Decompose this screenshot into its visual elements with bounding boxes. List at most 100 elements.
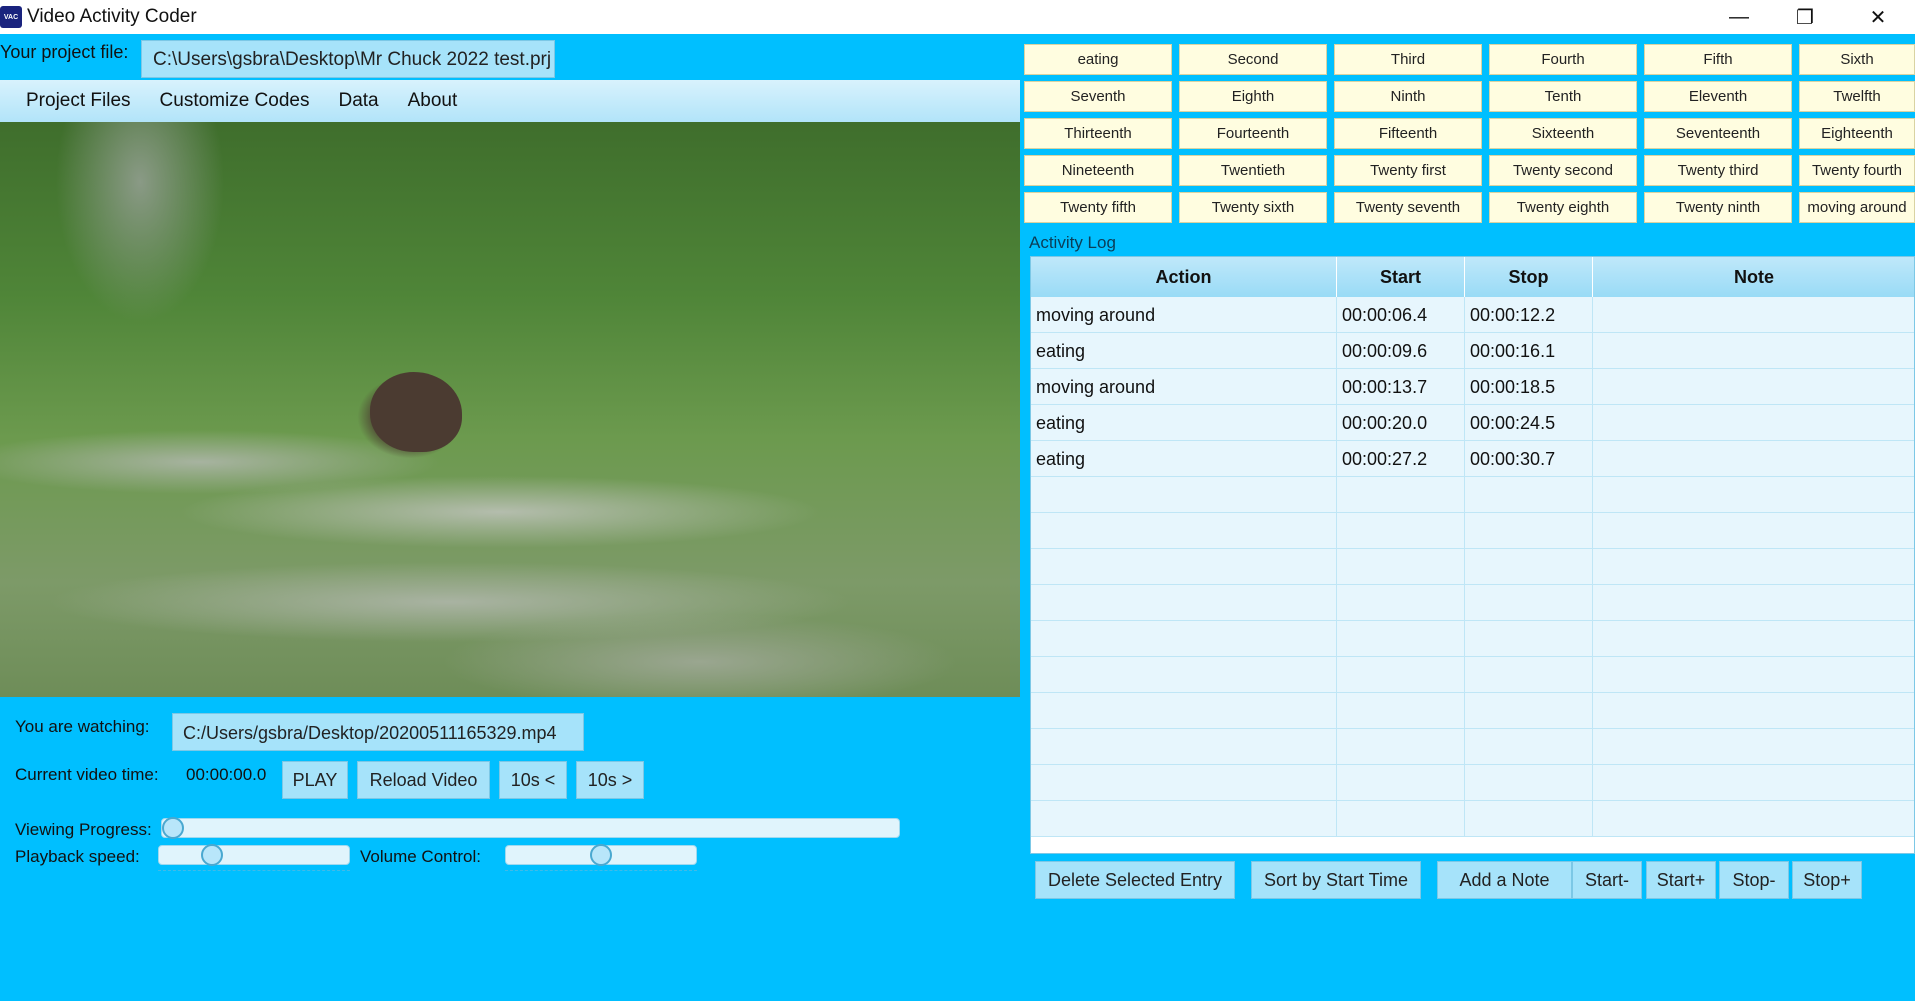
stop-plus-button[interactable]: Stop+ xyxy=(1792,861,1862,899)
table-row[interactable] xyxy=(1031,585,1914,621)
play-button[interactable]: PLAY xyxy=(282,761,348,799)
table-row[interactable] xyxy=(1031,765,1914,801)
code-button[interactable]: Thirteenth xyxy=(1024,118,1172,149)
action-cell xyxy=(1031,693,1337,729)
code-button[interactable]: Twenty ninth xyxy=(1644,192,1792,223)
note-cell xyxy=(1593,297,1914,333)
forward-10s-button[interactable]: 10s > xyxy=(576,761,644,799)
table-row[interactable] xyxy=(1031,549,1914,585)
menu-customize-codes[interactable]: Customize Codes xyxy=(160,90,310,112)
start-cell xyxy=(1337,621,1465,657)
start-plus-button[interactable]: Start+ xyxy=(1646,861,1716,899)
table-row[interactable]: moving around 00:00:13.7 00:00:18.5 xyxy=(1031,369,1914,405)
code-button[interactable]: Sixth xyxy=(1799,44,1915,75)
code-button[interactable]: eating xyxy=(1024,44,1172,75)
code-button[interactable]: Twelfth xyxy=(1799,81,1915,112)
project-file-button[interactable]: C:\Users\gsbra\Desktop\Mr Chuck 2022 tes… xyxy=(141,40,555,78)
table-row[interactable] xyxy=(1031,729,1914,765)
code-button[interactable]: Twentieth xyxy=(1179,155,1327,186)
column-header-note[interactable]: Note xyxy=(1593,257,1914,297)
start-cell xyxy=(1337,729,1465,765)
column-header-start[interactable]: Start xyxy=(1337,257,1465,297)
code-button[interactable]: Fourteenth xyxy=(1179,118,1327,149)
delete-selected-entry-button[interactable]: Delete Selected Entry xyxy=(1035,861,1235,899)
code-button[interactable]: Twenty first xyxy=(1334,155,1482,186)
minimize-icon[interactable]: — xyxy=(1706,0,1772,34)
code-button[interactable]: Tenth xyxy=(1489,81,1637,112)
table-row[interactable] xyxy=(1031,657,1914,693)
code-button[interactable]: Twenty eighth xyxy=(1489,192,1637,223)
close-icon[interactable]: ✕ xyxy=(1845,0,1911,34)
table-row[interactable] xyxy=(1031,801,1914,837)
table-row[interactable] xyxy=(1031,513,1914,549)
code-button[interactable]: Eighth xyxy=(1179,81,1327,112)
maximize-icon[interactable]: ❐ xyxy=(1772,0,1838,34)
table-row[interactable] xyxy=(1031,477,1914,513)
playback-speed-label: Playback speed: xyxy=(15,847,140,866)
code-button[interactable]: moving around xyxy=(1799,192,1915,223)
stop-minus-button[interactable]: Stop- xyxy=(1719,861,1789,899)
menu-about[interactable]: About xyxy=(408,90,458,112)
code-button[interactable]: Twenty fourth xyxy=(1799,155,1915,186)
code-button[interactable]: Nineteenth xyxy=(1024,155,1172,186)
action-cell: eating xyxy=(1031,405,1337,441)
code-button[interactable]: Twenty seventh xyxy=(1334,192,1482,223)
viewing-progress-thumb[interactable] xyxy=(162,817,184,839)
note-cell xyxy=(1593,585,1914,621)
title-bar: VAC Video Activity Coder — ❐ ✕ xyxy=(0,0,1915,34)
note-cell xyxy=(1593,801,1914,837)
code-button[interactable]: Second xyxy=(1179,44,1327,75)
playback-speed-slider[interactable] xyxy=(158,844,350,866)
add-note-button[interactable]: Add a Note xyxy=(1437,861,1572,899)
video-file-button[interactable]: C:/Users/gsbra/Desktop/20200511165329.mp… xyxy=(172,713,584,751)
table-row[interactable]: eating 00:00:27.2 00:00:30.7 xyxy=(1031,441,1914,477)
code-button[interactable]: Twenty sixth xyxy=(1179,192,1327,223)
current-time-value: 00:00:00.0 xyxy=(186,765,267,784)
video-frame[interactable] xyxy=(0,122,1020,697)
table-row[interactable] xyxy=(1031,621,1914,657)
column-header-action[interactable]: Action xyxy=(1031,257,1337,297)
code-button[interactable]: Fifth xyxy=(1644,44,1792,75)
viewing-progress-slider[interactable] xyxy=(161,817,900,839)
code-button[interactable]: Eighteenth xyxy=(1799,118,1915,149)
code-button[interactable]: Seventh xyxy=(1024,81,1172,112)
action-cell xyxy=(1031,729,1337,765)
start-cell xyxy=(1337,765,1465,801)
code-button[interactable]: Third xyxy=(1334,44,1482,75)
code-button[interactable]: Sixteenth xyxy=(1489,118,1637,149)
volume-ticks xyxy=(505,870,697,876)
volume-thumb[interactable] xyxy=(590,844,612,866)
reload-video-button[interactable]: Reload Video xyxy=(357,761,490,799)
volume-slider[interactable] xyxy=(505,844,697,866)
note-cell xyxy=(1593,765,1914,801)
note-cell xyxy=(1593,513,1914,549)
code-button[interactable]: Fourth xyxy=(1489,44,1637,75)
table-row[interactable]: eating 00:00:09.6 00:00:16.1 xyxy=(1031,333,1914,369)
start-minus-button[interactable]: Start- xyxy=(1572,861,1642,899)
table-row[interactable]: eating 00:00:20.0 00:00:24.5 xyxy=(1031,405,1914,441)
action-cell xyxy=(1031,585,1337,621)
stop-cell xyxy=(1465,729,1593,765)
table-row[interactable]: moving around 00:00:06.4 00:00:12.2 xyxy=(1031,297,1914,333)
start-cell xyxy=(1337,513,1465,549)
stop-cell xyxy=(1465,801,1593,837)
stop-cell: 00:00:24.5 xyxy=(1465,405,1593,441)
table-row[interactable] xyxy=(1031,693,1914,729)
start-cell: 00:00:09.6 xyxy=(1337,333,1465,369)
start-cell xyxy=(1337,585,1465,621)
code-button[interactable]: Twenty second xyxy=(1489,155,1637,186)
code-button[interactable]: Twenty third xyxy=(1644,155,1792,186)
code-button[interactable]: Ninth xyxy=(1334,81,1482,112)
code-button[interactable]: Fifteenth xyxy=(1334,118,1482,149)
code-button[interactable]: Twenty fifth xyxy=(1024,192,1172,223)
code-button[interactable]: Seventeenth xyxy=(1644,118,1792,149)
code-button[interactable]: Eleventh xyxy=(1644,81,1792,112)
action-cell xyxy=(1031,621,1337,657)
sort-by-start-time-button[interactable]: Sort by Start Time xyxy=(1251,861,1421,899)
menu-project-files[interactable]: Project Files xyxy=(26,90,131,112)
playback-speed-thumb[interactable] xyxy=(201,844,223,866)
column-header-stop[interactable]: Stop xyxy=(1465,257,1593,297)
menu-data[interactable]: Data xyxy=(338,90,378,112)
back-10s-button[interactable]: 10s < xyxy=(499,761,567,799)
stop-cell: 00:00:16.1 xyxy=(1465,333,1593,369)
